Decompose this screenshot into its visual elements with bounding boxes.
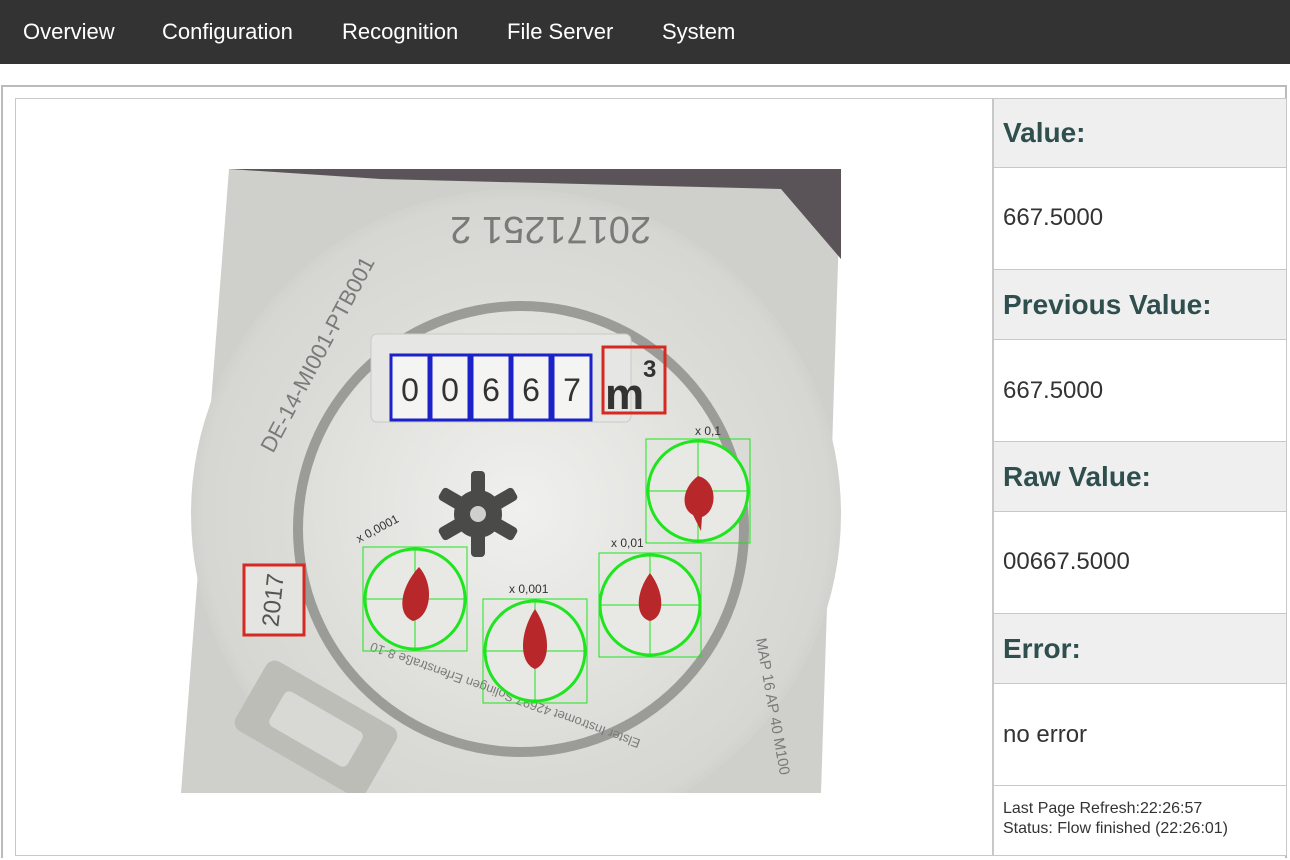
nav-overview[interactable]: Overview [23,0,115,64]
raw-value-header: Raw Value: [1003,461,1151,492]
previous-value-header: Previous Value: [1003,289,1212,320]
raw-header-row: Raw Value: [993,441,1287,512]
dial-factor-label: x 0,1 [695,424,721,438]
year-label: 2017 [257,572,289,628]
serial-label: 20171251 2 [450,208,651,250]
info-panel: Value: 667.5000 Previous Value: 667.5000… [993,98,1287,858]
digit-reading: 6 [522,372,540,408]
value-header-row: Value: [993,98,1287,168]
previous-header-row: Previous Value: [993,269,1287,340]
digit-reading: 7 [563,372,581,408]
error-header: Error: [1003,633,1081,664]
digit-reading: 0 [441,372,459,408]
previous-value-text: 667.5000 [1003,377,1104,404]
dial-factor-label: x 0,001 [509,582,549,596]
digit-boxes: 0 0 6 6 7 [389,353,593,422]
nav-system[interactable]: System [662,0,735,64]
digit-reading: 0 [401,372,419,408]
error-row: no error [993,683,1287,786]
top-nav: Overview Configuration Recognition File … [0,0,1290,64]
previous-row: 667.5000 [993,339,1287,442]
value-text: 667.5000 [1003,204,1104,231]
value-row: 667.5000 [993,167,1287,270]
meter-photo: 20171251 2 DE-14-MI001-PTB001 MAP 16 AP … [181,169,841,793]
raw-row: 00667.5000 [993,511,1287,614]
value-header: Value: [1003,117,1086,148]
error-text: no error [1003,721,1088,748]
last-refresh-text: Last Page Refresh:22:26:57 [1003,800,1203,817]
unit-label: m [605,370,644,419]
error-header-row: Error: [993,613,1287,684]
unit-exponent: 3 [643,356,656,383]
nav-configuration[interactable]: Configuration [162,0,293,64]
digit-reading: 6 [482,372,500,408]
nav-file-server[interactable]: File Server [507,0,613,64]
dial-factor-label: x 0,01 [611,536,644,550]
status-row: Last Page Refresh:22:26:57 Status: Flow … [993,785,1287,856]
status-text: Status: Flow finished (22:26:01) [1003,820,1229,837]
nav-recognition[interactable]: Recognition [342,0,458,64]
raw-value-text: 00667.5000 [1003,548,1130,575]
image-cell: 20171251 2 DE-14-MI001-PTB001 MAP 16 AP … [15,98,993,856]
